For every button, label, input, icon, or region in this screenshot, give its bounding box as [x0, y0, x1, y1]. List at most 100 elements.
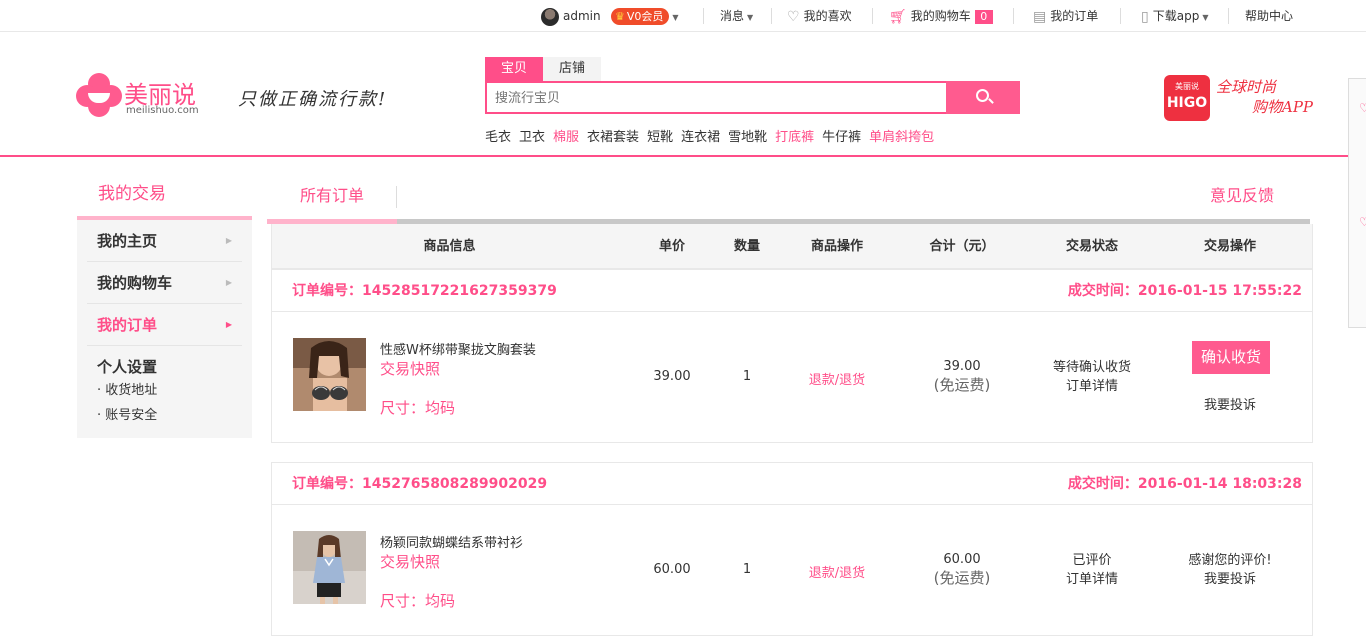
hotword-link[interactable]: 卫衣	[519, 130, 545, 145]
order-number: 订单编号：14528517221627359379	[292, 283, 557, 299]
hotword-link[interactable]: 短靴	[647, 130, 673, 145]
snapshot-link[interactable]: 交易快照	[380, 551, 440, 572]
review-thanks: 感谢您的评价!	[1188, 553, 1272, 568]
snapshot-link[interactable]: 交易快照	[380, 358, 440, 379]
hotword-link[interactable]: 雪地靴	[728, 130, 767, 145]
vip-badge[interactable]: ♛ V0会员 ▼	[611, 0, 679, 32]
search-input[interactable]	[495, 87, 935, 109]
product-image[interactable]	[293, 531, 366, 604]
arrow-right-icon: ▶	[225, 236, 232, 245]
arrow-right-icon: ▶	[225, 320, 232, 329]
col-total: 合计（元）	[929, 239, 995, 254]
gift-icon: ♡	[1359, 101, 1366, 115]
hotword-link[interactable]: 连衣裙	[681, 130, 720, 145]
cart-link[interactable]: 🛒︎ 我的购物车 0	[889, 0, 993, 32]
left-nav: 我的交易 我的主页 ▶ 我的购物车 ▶ 我的订单 ▶ 个人设置 · 收货地址 · 账号…	[77, 174, 252, 438]
higo-logo: 美丽说 HIGO	[1164, 75, 1210, 121]
search-button[interactable]	[946, 81, 1020, 114]
col-qty: 数量	[733, 239, 760, 254]
product-size: 尺寸：均码	[380, 592, 456, 610]
nav-item-cart[interactable]: 我的购物车 ▶	[87, 262, 242, 304]
nav-item-security[interactable]: · 账号安全	[97, 403, 242, 428]
unit-price: 60.00	[653, 562, 691, 577]
top-bar: admin ♛ V0会员 ▼ 消息 ▼ ♡ 我的喜欢 🛒︎ 我的购物车 0 ▤ 我的订单 ▯ 下…	[0, 0, 1366, 32]
table-header: 商品信息 单价 数量 商品操作 合计（元） 交易状态 交易操作	[271, 224, 1313, 269]
nav-item-address[interactable]: · 收货地址	[97, 378, 242, 403]
flower-logo-icon	[76, 73, 122, 117]
order-total: 60.00	[943, 552, 981, 567]
col-price: 单价	[658, 239, 685, 254]
order-number: 订单编号：1452765808289902029	[292, 476, 548, 492]
phone-icon: ▯	[1141, 8, 1149, 25]
nav-item-orders[interactable]: 我的订单 ▶	[87, 304, 242, 346]
nav-title: 我的交易	[77, 174, 252, 220]
order-detail-link[interactable]: 订单详情	[1042, 377, 1142, 396]
order-total: 39.00	[943, 359, 981, 374]
download-app-menu[interactable]: ▯ 下载app ▼	[1141, 0, 1208, 32]
shipping-note: (免运费)	[933, 376, 991, 394]
confirm-receipt-button[interactable]: 确认收货	[1192, 341, 1270, 374]
quantity: 1	[742, 562, 752, 577]
search-tab-items[interactable]: 宝贝	[485, 57, 544, 81]
tab-all-orders[interactable]: 所有订单	[267, 174, 397, 224]
search-box	[485, 81, 1020, 114]
refund-link[interactable]: 退款/退货	[792, 369, 882, 388]
order-status: 已评价	[1072, 553, 1112, 568]
product-name[interactable]: 杨颖同款蝴蝶结系带衬衫	[380, 532, 523, 551]
help-center-link[interactable]: 帮助中心	[1245, 0, 1293, 32]
side-float-panel[interactable]: ♡ ♡	[1348, 78, 1366, 328]
messages-menu[interactable]: 消息 ▼	[720, 0, 753, 32]
crown-icon: ♛	[615, 10, 625, 23]
chevron-down-icon: ▼	[747, 13, 754, 22]
heart-icon: ♡	[787, 8, 800, 25]
hotword-link[interactable]: 棉服	[553, 130, 579, 145]
order-card: 订单编号：14528517221627359379 成交时间：2016-01-1…	[271, 269, 1313, 443]
shipping-note: (免运费)	[933, 569, 991, 587]
service-icon: ♡	[1359, 215, 1366, 229]
header: 美丽说 meilishuo.com 只做正确流行款! 宝贝 店铺 毛衣卫衣棉服衣…	[0, 33, 1366, 328]
cart-count-badge: 0	[974, 9, 993, 24]
order-time: 成交时间：2016-01-15 17:55:22	[1067, 283, 1302, 299]
hot-search-words: 毛衣 卫衣 棉服 衣裙套装 短靴 连衣裙 雪地靴 打底裤 牛仔裤 单肩斜挎包	[485, 126, 942, 145]
refund-link[interactable]: 退款/退货	[792, 562, 882, 581]
search-tab-shops[interactable]: 店铺	[543, 57, 602, 81]
col-product-action: 商品操作	[810, 239, 863, 254]
chevron-down-icon: ▼	[672, 13, 679, 22]
col-operation: 交易操作	[1203, 239, 1256, 254]
feedback-link[interactable]: 意见反馈	[1210, 174, 1274, 218]
chevron-down-icon: ▼	[1202, 13, 1209, 22]
hotword-link[interactable]: 单肩斜挎包	[869, 130, 934, 145]
order-time: 成交时间：2016-01-14 18:03:28	[1067, 476, 1302, 492]
cart-icon: 🛒︎	[889, 8, 907, 25]
higo-tagline-2: 购物APP	[1252, 98, 1314, 116]
hotword-link[interactable]: 打底裤	[775, 130, 814, 145]
avatar	[541, 7, 559, 26]
nav-item-home[interactable]: 我的主页 ▶	[87, 220, 242, 262]
order-card: 订单编号：1452765808289902029 成交时间：2016-01-14…	[271, 462, 1313, 636]
orders-main: 所有订单 意见反馈 商品信息 单价 数量 商品操作 合计（元） 交易状态 交易操…	[267, 174, 1313, 636]
hotword-link[interactable]: 毛衣	[485, 130, 511, 145]
arrow-right-icon: ▶	[225, 278, 232, 287]
favorites-link[interactable]: ♡ 我的喜欢	[787, 0, 852, 32]
higo-tagline-1: 全球时尚	[1216, 78, 1277, 96]
document-icon: ▤	[1033, 8, 1047, 25]
product-size: 尺寸：均码	[380, 399, 456, 417]
search-area: 宝贝 店铺 毛衣卫衣棉服衣裙套装短靴连衣裙雪地靴打底裤牛仔裤单肩斜挎包	[485, 57, 1020, 145]
quantity: 1	[742, 369, 752, 384]
logo-domain: meilishuo.com	[126, 105, 199, 116]
product-name[interactable]: 性感W杯绑带聚拢文胸套装	[380, 339, 536, 358]
unit-price: 39.00	[653, 369, 691, 384]
hotword-link[interactable]: 衣裙套装	[587, 130, 639, 145]
order-status: 等待确认收货	[1052, 360, 1131, 375]
hotword-link[interactable]: 牛仔裤	[822, 130, 861, 145]
orders-link[interactable]: ▤ 我的订单	[1033, 0, 1098, 32]
col-product: 商品信息	[423, 239, 476, 254]
order-detail-link[interactable]: 订单详情	[1042, 570, 1142, 589]
username: admin	[563, 9, 601, 23]
complain-link[interactable]: 我要投诉	[1180, 570, 1280, 589]
product-image[interactable]	[293, 338, 366, 411]
user-menu[interactable]: admin	[541, 0, 601, 32]
slogan: 只做正确流行款!	[238, 89, 388, 110]
nav-settings-title: 个人设置	[97, 358, 158, 376]
complain-link[interactable]: 我要投诉	[1180, 394, 1280, 413]
